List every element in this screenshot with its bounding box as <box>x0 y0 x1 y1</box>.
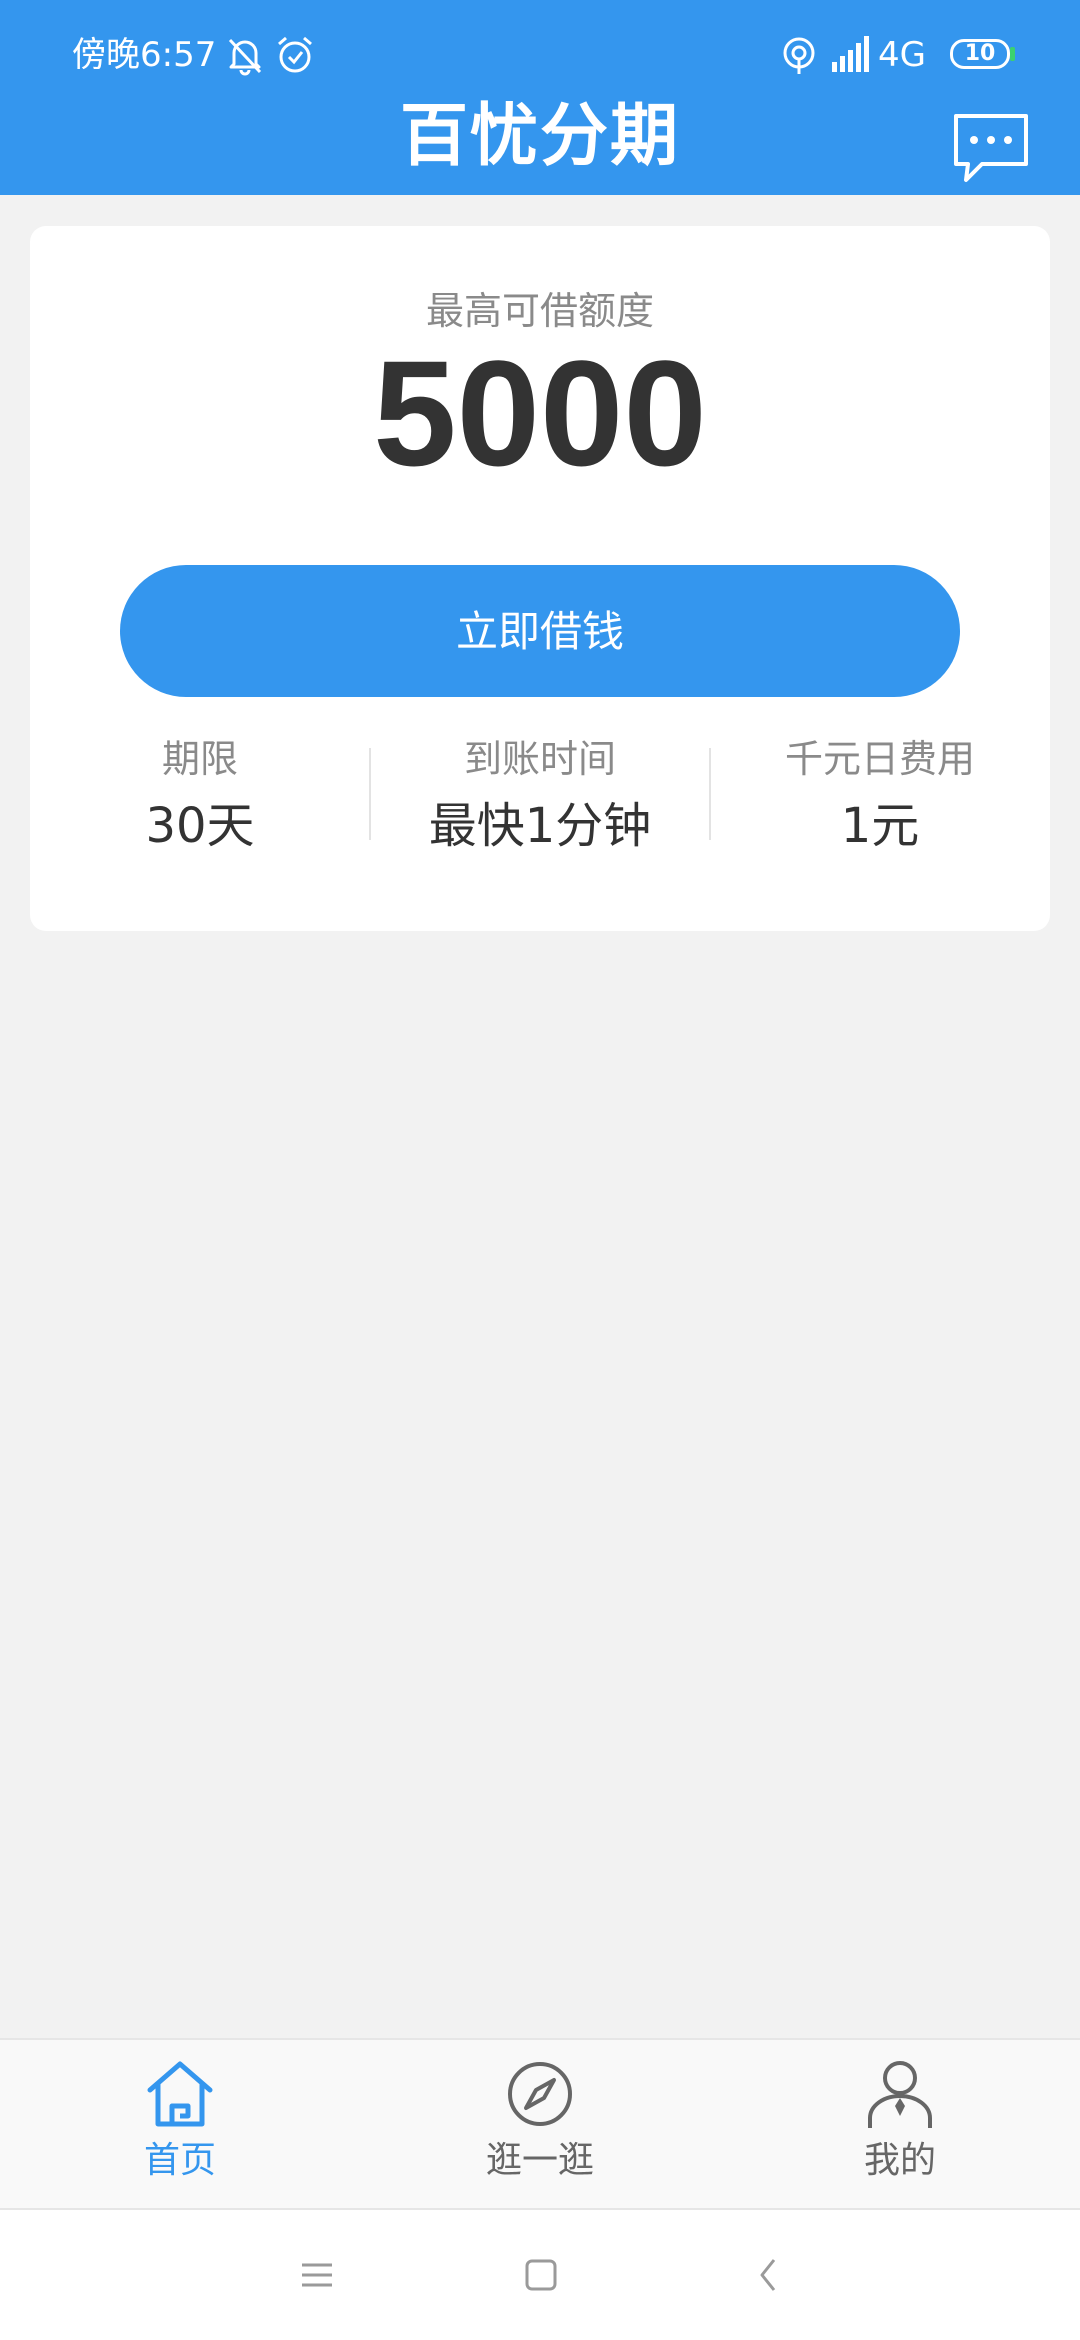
bottom-tab-bar: 首页 逛一逛 我的 <box>0 2038 1080 2210</box>
status-time: 傍晚6:57 <box>72 35 217 75</box>
page-title: 百忧分期 <box>399 97 680 176</box>
mute-bell-icon <box>228 38 262 76</box>
tab-home[interactable]: 首页 <box>0 2040 360 2210</box>
stat-arrival-time: 到账时间 最快1分钟 <box>370 726 710 886</box>
limit-amount: 5000 <box>373 329 707 497</box>
back-icon[interactable] <box>744 2250 794 2300</box>
loan-card: 最高可借额度 5000 立即借钱 期限 30天 到账时间 最快1分钟 千元日费用… <box>30 226 1050 931</box>
tab-mine[interactable]: 我的 <box>720 2040 1080 2210</box>
app-header: 傍晚6:57 4G 10 百忧分期 <box>0 0 1080 195</box>
network-type: 4G <box>878 35 926 75</box>
hotspot-icon <box>783 37 815 74</box>
tab-label: 我的 <box>863 2140 936 2181</box>
stat-label: 到账时间 <box>463 737 616 781</box>
tab-label: 首页 <box>143 2140 216 2181</box>
stat-value: 最快1分钟 <box>428 798 652 854</box>
alarm-clock-icon <box>278 36 312 73</box>
stat-value: 30天 <box>145 798 255 854</box>
stat-label: 期限 <box>161 737 238 781</box>
stat-daily-fee: 千元日费用 1元 <box>710 726 1050 886</box>
borrow-now-button[interactable]: 立即借钱 <box>120 565 960 697</box>
home-icon <box>147 2061 213 2127</box>
tab-explore[interactable]: 逛一逛 <box>360 2040 720 2210</box>
battery-icon: 10 <box>950 39 1010 69</box>
user-icon <box>868 2061 932 2128</box>
compass-icon <box>508 2062 572 2126</box>
signal-strength-icon <box>832 36 869 72</box>
stat-value: 1元 <box>840 798 920 854</box>
loan-stats: 期限 30天 到账时间 最快1分钟 千元日费用 1元 <box>30 726 1050 886</box>
menu-icon[interactable] <box>292 2250 342 2300</box>
stat-term: 期限 30天 <box>30 726 370 886</box>
battery-charge-indicator <box>1010 47 1015 61</box>
tab-label: 逛一逛 <box>485 2140 594 2181</box>
home-square-icon[interactable] <box>516 2250 566 2300</box>
message-icon[interactable] <box>950 108 1032 190</box>
stat-label: 千元日费用 <box>784 737 975 781</box>
app-screen: 傍晚6:57 4G 10 百忧分期 最高可借额度 5000 立即借钱 期限 30… <box>0 0 1080 2340</box>
system-nav-bar <box>0 2210 1080 2340</box>
